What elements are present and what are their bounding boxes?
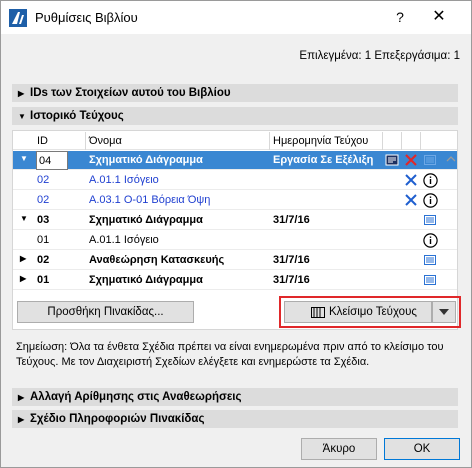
section-ids[interactable]: ▶ IDs των Στοιχείων αυτού του Βιβλίου [12, 84, 458, 102]
section-renumber[interactable]: ▶ Αλλαγή Αρίθμησης στις Αναθεωρήσεις [12, 388, 458, 406]
row-date: 31/7/16 [273, 214, 310, 226]
info-icon[interactable] [423, 233, 438, 248]
table-header: ID Όνομα Ημερομηνία Τεύχου [13, 132, 457, 150]
table-row[interactable]: 01 A.01.1 Ισόγειο [13, 231, 457, 250]
row-name: Σχηματικό Διάγραμμα [89, 274, 203, 286]
row-id: 02 [37, 194, 50, 206]
row-name: A.03.1 O-01 Βόρεια Όψη [89, 194, 211, 206]
ok-button[interactable]: OK [384, 438, 460, 460]
table-row[interactable]: ▼ 03 Σχηματικό Διάγραμμα 31/7/16 [13, 211, 457, 230]
close-issue-icon [311, 307, 325, 318]
section-titleblock[interactable]: ▶ Σχέδιο Πληροφοριών Πινακίδας [12, 410, 458, 428]
issue-history-panel: ID Όνομα Ημερομηνία Τεύχου ▼ Σχηματικό Δ… [12, 130, 461, 330]
row-date: 31/7/16 [273, 274, 310, 286]
section-renumber-label: Αλλαγή Αρίθμησης στις Αναθεωρήσεις [30, 391, 242, 403]
row-id: 02 [37, 254, 50, 266]
help-button[interactable]: ? [389, 7, 411, 27]
issue-details-icon[interactable] [423, 253, 437, 267]
row-id: 02 [37, 174, 50, 186]
issue-details-icon[interactable] [423, 273, 437, 287]
table-row[interactable]: ▶ 02 Αναθεώρηση Κατασκευής 31/7/16 [13, 251, 457, 270]
close-button[interactable]: ✕ [427, 7, 451, 27]
row-id: 01 [37, 274, 50, 286]
cancel-button[interactable]: Άκυρο [301, 438, 377, 460]
archicad-logo-icon [9, 9, 27, 27]
section-ids-label: IDs των Στοιχείων αυτού του Βιβλίου [30, 87, 231, 99]
close-issue-button[interactable]: Κλείσιμο Τεύχους [284, 301, 432, 323]
dialog-title: Ρυθμίσεις Βιβλίου [35, 10, 138, 25]
row-date: Εργασία Σε Εξέλιξη [273, 154, 374, 166]
expand-triangle-icon[interactable]: ▶ [20, 274, 26, 283]
info-icon[interactable] [423, 173, 438, 188]
id-input[interactable] [36, 151, 68, 170]
column-id[interactable]: ID [37, 135, 48, 147]
row-name: Αναθεώρηση Κατασκευής [89, 254, 225, 266]
section-titleblock-label: Σχέδιο Πληροφοριών Πινακίδας [30, 413, 205, 425]
section-history[interactable]: ▼ Ιστορικό Τεύχους [12, 107, 458, 125]
section-history-label: Ιστορικό Τεύχους [30, 110, 124, 122]
dialog-content: Επιλεγμένα: 1 Επεξεργάσιμα: 1 ▶ IDs των Σ… [1, 34, 471, 467]
expand-triangle-icon[interactable]: ▶ [20, 254, 26, 263]
close-issue-label: Κλείσιμο Τεύχους [329, 306, 417, 318]
remove-icon[interactable] [404, 173, 418, 187]
scroll-up-arrow-icon[interactable] [445, 153, 457, 165]
row-name: A.01.1 Ισόγειο [89, 234, 159, 246]
sheet-layout-icon[interactable] [385, 153, 399, 167]
issue-details-icon[interactable] [423, 153, 437, 167]
row-id: 01 [37, 234, 50, 246]
info-icon[interactable] [423, 193, 438, 208]
add-sheets-button[interactable]: Προσθήκη Πινακίδας... [17, 301, 194, 323]
chevron-down-icon [439, 309, 449, 315]
expand-triangle-icon: ▶ [18, 415, 25, 424]
row-name: Σχηματικό Διάγραμμα [89, 214, 203, 226]
collapse-triangle-icon[interactable]: ▼ [20, 214, 28, 223]
title-bar: Ρυθμίσεις Βιβλίου ? ✕ [1, 1, 471, 34]
table-row[interactable]: 02 A.01.1 Ισόγειο [13, 171, 457, 190]
column-name[interactable]: Όνομα [89, 135, 122, 147]
table-row[interactable]: 02 A.03.1 O-01 Βόρεια Όψη [13, 191, 457, 210]
column-date[interactable]: Ημερομηνία Τεύχου [273, 135, 368, 147]
row-id: 03 [37, 214, 50, 226]
selection-info: Επιλεγμένα: 1 Επεξεργάσιμα: 1 [299, 50, 460, 62]
expand-triangle-icon: ▶ [18, 89, 25, 98]
row-name: A.01.1 Ισόγειο [89, 174, 159, 186]
table-row[interactable]: ▶ 01 Σχηματικό Διάγραμμα 31/7/16 [13, 271, 457, 290]
collapse-triangle-icon: ▼ [18, 112, 26, 121]
row-date: 31/7/16 [273, 254, 310, 266]
collapse-triangle-icon[interactable]: ▼ [20, 154, 28, 163]
row-name: Σχηματικό Διάγραμμα [89, 154, 203, 166]
expand-triangle-icon: ▶ [18, 393, 25, 402]
remove-icon[interactable] [404, 193, 418, 207]
delete-icon[interactable] [404, 153, 418, 167]
table-row-selected[interactable]: ▼ Σχηματικό Διάγραμμα Εργασία Σε Εξέλιξη [13, 151, 457, 170]
close-issue-dropdown[interactable] [432, 301, 456, 323]
issue-details-icon[interactable] [423, 213, 437, 227]
note-text: Σημείωση: Όλα τα ένθετα Σχέδια πρέπει να… [16, 341, 444, 368]
book-settings-dialog: Ρυθμίσεις Βιβλίου ? ✕ Επιλεγμένα: 1 Επεξ… [0, 0, 472, 468]
